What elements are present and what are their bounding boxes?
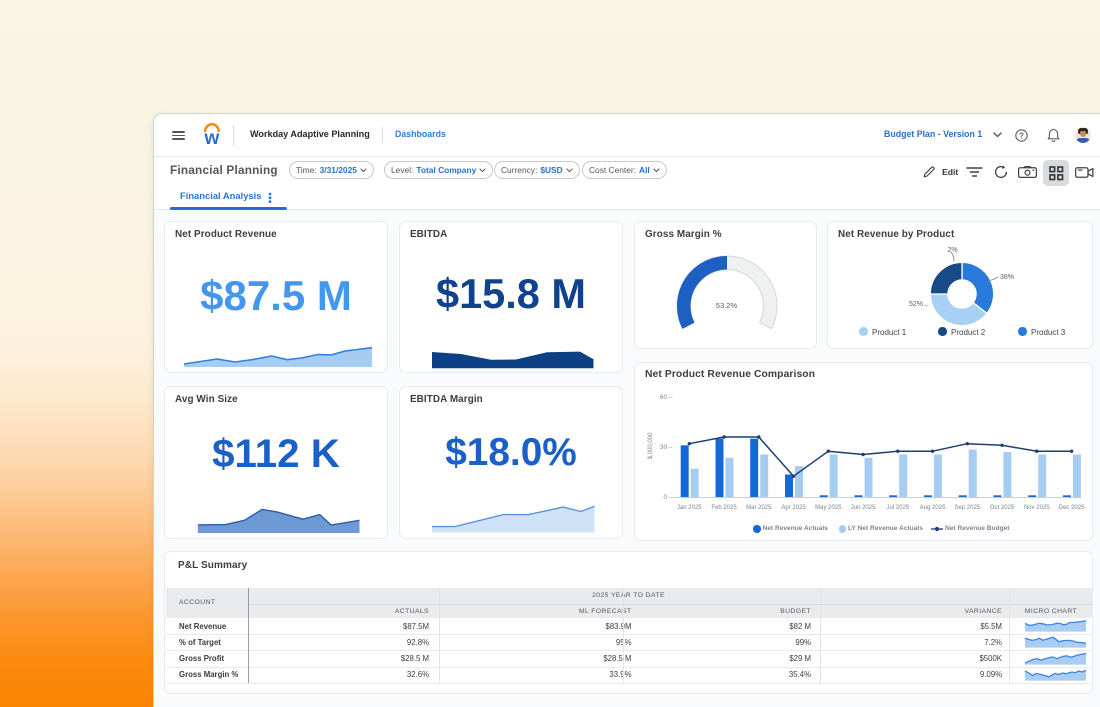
svg-text:w: w (204, 128, 220, 146)
svg-text:?: ? (1019, 131, 1024, 140)
